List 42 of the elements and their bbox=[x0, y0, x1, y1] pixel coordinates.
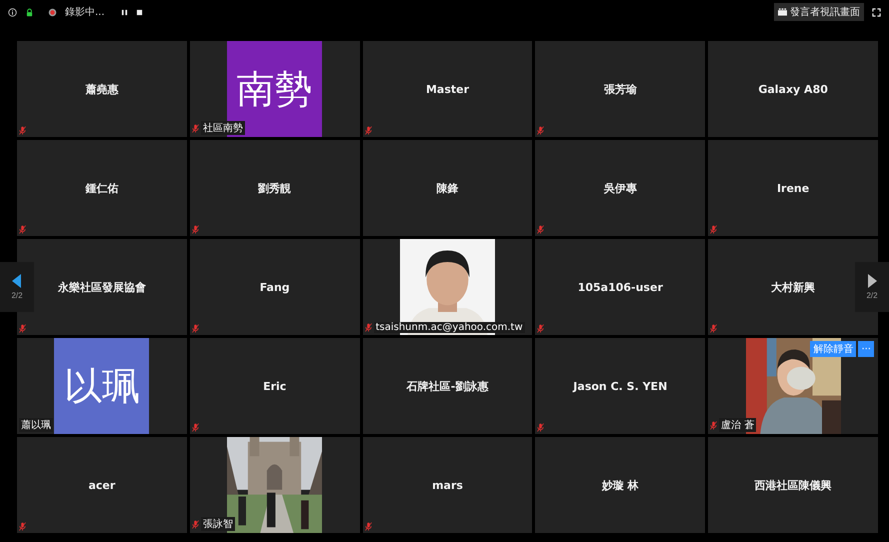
participant-name: acer bbox=[88, 478, 116, 492]
pause-icon[interactable] bbox=[120, 8, 128, 16]
participant-name: 鍾仁佑 bbox=[85, 180, 118, 196]
stop-icon[interactable] bbox=[136, 8, 143, 16]
participant-name: Master bbox=[426, 82, 470, 96]
tile-button[interactable]: 解除靜音 bbox=[810, 341, 856, 357]
participant-name: 石牌社區-劉詠惠 bbox=[406, 378, 488, 394]
participant-name: 西港社區陳儀興 bbox=[754, 478, 832, 492]
participant-name: Irene bbox=[776, 182, 810, 194]
previous-page-button[interactable]: 2/2 bbox=[0, 262, 34, 312]
lock-icon[interactable] bbox=[25, 8, 34, 16]
participant-label: 張詠智 bbox=[200, 517, 235, 531]
grid-icon bbox=[778, 8, 787, 16]
right-arrow-icon bbox=[867, 274, 877, 288]
participant-name: 陳鋒 bbox=[436, 180, 458, 196]
participant-name: Fang bbox=[260, 280, 290, 294]
participant-name: 蕭堯惠 bbox=[85, 82, 118, 96]
next-page-button[interactable]: 2/2 bbox=[855, 262, 889, 312]
avatar-text: 南勢 bbox=[236, 66, 313, 112]
view-button[interactable]: 發言者視訊畫面 bbox=[774, 3, 864, 21]
participant-label: 盧治 蒼 bbox=[719, 418, 756, 432]
participant-name: Eric bbox=[263, 380, 286, 392]
record-icon bbox=[48, 8, 57, 16]
participant-label: 社區南勢 bbox=[200, 121, 245, 135]
participant-name: 105a106-user bbox=[578, 280, 663, 294]
participant-name: 張芳瑜 bbox=[604, 82, 637, 96]
participant-name: 吳伊專 bbox=[604, 180, 637, 196]
participant-label: tsaishunm.ac@yahoo.com.tw bbox=[374, 322, 525, 333]
participant-label: 蕭以珮 bbox=[19, 418, 53, 432]
participant-name: 大村新興 bbox=[771, 280, 816, 294]
left-arrow-icon bbox=[12, 274, 22, 288]
participant-name: 妙璇 林 bbox=[602, 478, 639, 492]
participant-name: 劉秀靚 bbox=[258, 180, 292, 196]
participant-name: 永樂社區發展協會 bbox=[58, 280, 146, 294]
participant-name: Galaxy A80 bbox=[758, 82, 828, 96]
fullscreen-icon[interactable] bbox=[872, 8, 881, 16]
avatar-text: 以珮 bbox=[64, 362, 140, 410]
participant-name: mars bbox=[432, 478, 463, 492]
tile-button[interactable]: ··· bbox=[858, 341, 874, 357]
recording-status: 錄影中... bbox=[65, 6, 105, 19]
participant-name: Jason C. S. YEN bbox=[573, 380, 668, 392]
info-icon[interactable] bbox=[8, 8, 17, 16]
